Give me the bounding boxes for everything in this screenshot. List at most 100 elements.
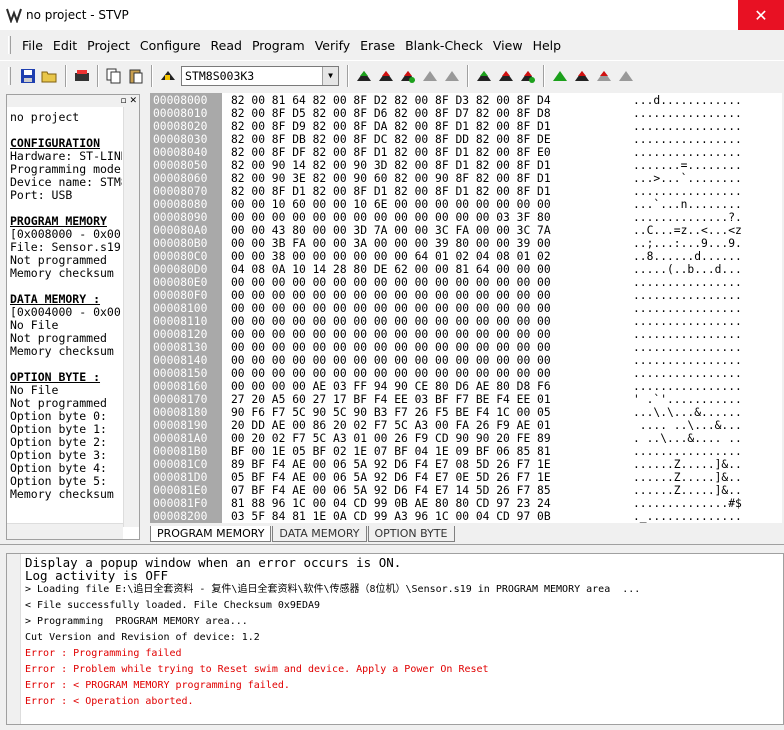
hex-row[interactable]: 000081B0 BF 00 1E 05 BF 02 1E 07 BF 04 1E… <box>150 445 782 458</box>
hex-bytes[interactable]: 00 00 3B FA 00 00 3A 00 00 00 39 80 00 0… <box>231 237 551 250</box>
hex-row[interactable]: 00008110 00 00 00 00 00 00 00 00 00 00 00… <box>150 315 782 328</box>
hex-bytes[interactable]: 90 F6 F7 5C 90 5C 90 B3 F7 26 F5 BE F4 1… <box>231 406 551 419</box>
hex-bytes[interactable]: 00 00 00 00 00 00 00 00 00 00 00 00 00 0… <box>231 328 551 341</box>
device-select[interactable]: STM8S003K3 ▼ <box>181 65 339 86</box>
verify-all-tabs-icon[interactable] <box>517 65 539 87</box>
hex-row[interactable]: 00008140 00 00 00 00 00 00 00 00 00 00 00… <box>150 354 782 367</box>
chevron-down-icon[interactable]: ▼ <box>322 66 338 85</box>
print-device-icon[interactable] <box>71 65 93 87</box>
hex-row[interactable]: 00008060 82 00 90 3E 82 00 90 60 82 00 90… <box>150 172 782 185</box>
hex-bytes[interactable]: 03 5F 84 81 1E 0A CD 99 A3 96 1C 00 04 C… <box>231 510 551 523</box>
hex-row[interactable]: 00008020 82 00 8F D9 82 00 8F DA 82 00 8F… <box>150 120 782 133</box>
program-current-tab-icon[interactable] <box>375 65 397 87</box>
hex-bytes[interactable]: 82 00 8F D5 82 00 8F D6 82 00 8F D7 82 0… <box>231 107 551 120</box>
tab-program-memory[interactable]: PROGRAM MEMORY <box>150 526 272 542</box>
menu-project[interactable]: Project <box>82 38 135 53</box>
verify-option-icon[interactable] <box>593 65 615 87</box>
hex-row[interactable]: 00008190 20 DD AE 00 86 20 02 F7 5C A3 00… <box>150 419 782 432</box>
hex-row[interactable]: 00008200 03 5F 84 81 1E 0A CD 99 A3 96 1C… <box>150 510 782 523</box>
hex-row[interactable]: 000080C0 00 00 38 00 00 00 00 00 00 64 01… <box>150 250 782 263</box>
dock-icon[interactable]: ▫ <box>120 96 126 106</box>
hex-bytes[interactable]: 00 00 00 00 00 00 00 00 00 00 00 00 00 0… <box>231 211 551 224</box>
verify-current-tab-icon[interactable] <box>397 65 419 87</box>
hex-bytes[interactable]: 04 08 0A 10 14 28 80 DE 62 00 00 81 64 0… <box>231 263 551 276</box>
hex-bytes[interactable]: 27 20 A5 60 27 17 BF F4 EE 03 BF F7 BE F… <box>231 393 551 406</box>
hex-bytes[interactable]: 00 00 00 00 00 00 00 00 00 00 00 00 00 0… <box>231 315 551 328</box>
menu-edit[interactable]: Edit <box>48 38 82 53</box>
hex-bytes[interactable]: 07 BF F4 AE 00 06 5A 92 D6 F4 E7 14 5D 2… <box>231 484 551 497</box>
menu-configure[interactable]: Configure <box>135 38 206 53</box>
hex-row[interactable]: 000081C0 89 BF F4 AE 00 06 5A 92 D6 F4 E7… <box>150 458 782 471</box>
hex-row[interactable]: 000080D0 04 08 0A 10 14 28 80 DE 62 00 00… <box>150 263 782 276</box>
menu-verify[interactable]: Verify <box>310 38 355 53</box>
hex-bytes[interactable]: 20 DD AE 00 86 20 02 F7 5C A3 00 FA 26 F… <box>231 419 551 432</box>
hex-bytes[interactable]: 00 00 10 60 00 00 10 6E 00 00 00 00 00 0… <box>231 198 551 211</box>
hex-bytes[interactable]: 00 00 00 00 00 00 00 00 00 00 00 00 00 0… <box>231 302 551 315</box>
copy-icon[interactable] <box>103 65 125 87</box>
read-current-tab-icon[interactable] <box>353 65 375 87</box>
panel-close-icon[interactable]: ✕ <box>129 96 137 106</box>
hex-bytes[interactable]: 00 20 02 F7 5C A3 01 00 26 F9 CD 90 90 2… <box>231 432 551 445</box>
hex-bytes[interactable]: 82 00 81 64 82 00 8F D2 82 00 8F D3 82 0… <box>231 94 551 107</box>
hex-row[interactable]: 00008070 82 00 8F D1 82 00 8F D1 82 00 8F… <box>150 185 782 198</box>
hex-bytes[interactable]: 00 00 00 00 00 00 00 00 00 00 00 00 00 0… <box>231 276 551 289</box>
menu-view[interactable]: View <box>488 38 528 53</box>
hex-row[interactable]: 00008150 00 00 00 00 00 00 00 00 00 00 00… <box>150 367 782 380</box>
hex-row[interactable]: 000080E0 00 00 00 00 00 00 00 00 00 00 00… <box>150 276 782 289</box>
hex-row[interactable]: 00008170 27 20 A5 60 27 17 BF F4 EE 03 BF… <box>150 393 782 406</box>
read-all-tabs-icon[interactable] <box>473 65 495 87</box>
program-all-tabs-icon[interactable] <box>495 65 517 87</box>
paste-icon[interactable] <box>125 65 147 87</box>
hex-row[interactable]: 00008090 00 00 00 00 00 00 00 00 00 00 00… <box>150 211 782 224</box>
hex-row[interactable]: 000081E0 07 BF F4 AE 00 06 5A 92 D6 F4 E7… <box>150 484 782 497</box>
hex-bytes[interactable]: 81 88 96 1C 00 04 CD 99 0B AE 80 80 CD 9… <box>231 497 551 510</box>
hex-bytes[interactable]: 89 BF F4 AE 00 06 5A 92 D6 F4 E7 08 5D 2… <box>231 458 551 471</box>
save-icon[interactable] <box>17 65 39 87</box>
hex-row[interactable]: 00008010 82 00 8F D5 82 00 8F D6 82 00 8F… <box>150 107 782 120</box>
hex-row[interactable]: 00008030 82 00 8F DB 82 00 8F DC 82 00 8F… <box>150 133 782 146</box>
tab-data-memory[interactable]: DATA MEMORY <box>272 526 367 542</box>
hex-bytes[interactable]: 00 00 00 00 00 00 00 00 00 00 00 00 00 0… <box>231 289 551 302</box>
hex-row[interactable]: 00008100 00 00 00 00 00 00 00 00 00 00 00… <box>150 302 782 315</box>
hex-bytes[interactable]: 05 BF F4 AE 00 06 5A 92 D6 F4 E7 0E 5D 2… <box>231 471 551 484</box>
pane-splitter[interactable] <box>0 544 784 550</box>
hex-row[interactable]: 000081D0 05 BF F4 AE 00 06 5A 92 D6 F4 E7… <box>150 471 782 484</box>
menu-blank-check[interactable]: Blank-Check <box>400 38 488 53</box>
menu-file[interactable]: File <box>17 38 48 53</box>
hex-bytes[interactable]: 00 00 38 00 00 00 00 00 00 64 01 02 04 0… <box>231 250 551 263</box>
hex-bytes[interactable]: 00 00 00 00 AE 03 FF 94 90 CE 80 D6 AE 8… <box>231 380 551 393</box>
hex-bytes[interactable]: 00 00 00 00 00 00 00 00 00 00 00 00 00 0… <box>231 354 551 367</box>
hex-row[interactable]: 000081A0 00 20 02 F7 5C A3 01 00 26 F9 CD… <box>150 432 782 445</box>
close-button[interactable]: ✕ <box>738 0 784 30</box>
hex-bytes[interactable]: 82 00 8F DF 82 00 8F D1 82 00 8F D1 82 0… <box>231 146 551 159</box>
menu-program[interactable]: Program <box>247 38 310 53</box>
hex-row[interactable]: 000081F0 81 88 96 1C 00 04 CD 99 0B AE 80… <box>150 497 782 510</box>
hex-row[interactable]: 00008180 90 F6 F7 5C 90 5C 90 B3 F7 26 F5… <box>150 406 782 419</box>
program-option-icon[interactable] <box>571 65 593 87</box>
menu-read[interactable]: Read <box>206 38 247 53</box>
hex-row[interactable]: 000080F0 00 00 00 00 00 00 00 00 00 00 00… <box>150 289 782 302</box>
hex-row[interactable]: 00008050 82 00 90 14 82 00 90 3D 82 00 8F… <box>150 159 782 172</box>
menu-help[interactable]: Help <box>528 38 567 53</box>
hex-row[interactable]: 00008000 82 00 81 64 82 00 8F D2 82 00 8F… <box>150 94 782 107</box>
memory-hex-view[interactable]: 00008000 82 00 81 64 82 00 8F D2 82 00 8F… <box>150 93 782 523</box>
log-vertical-scrollbar[interactable] <box>7 554 21 724</box>
hex-row[interactable]: 00008040 82 00 8F DF 82 00 8F D1 82 00 8F… <box>150 146 782 159</box>
hex-row[interactable]: 000080A0 00 00 43 80 00 00 3D 7A 00 00 3C… <box>150 224 782 237</box>
tab-option-byte[interactable]: OPTION BYTE <box>367 526 455 542</box>
hex-bytes[interactable]: 00 00 00 00 00 00 00 00 00 00 00 00 00 0… <box>231 341 551 354</box>
vertical-scrollbar[interactable] <box>123 107 139 527</box>
read-option-icon[interactable] <box>549 65 571 87</box>
open-folder-icon[interactable] <box>39 65 61 87</box>
hex-bytes[interactable]: 82 00 90 3E 82 00 90 60 82 00 90 8F 82 0… <box>231 172 551 185</box>
hex-row[interactable]: 000080B0 00 00 3B FA 00 00 3A 00 00 00 39… <box>150 237 782 250</box>
hex-bytes[interactable]: 82 00 8F DB 82 00 8F DC 82 00 8F DD 82 0… <box>231 133 551 146</box>
hex-row[interactable]: 00008160 00 00 00 00 AE 03 FF 94 90 CE 80… <box>150 380 782 393</box>
horizontal-scrollbar[interactable] <box>7 523 123 539</box>
hex-bytes[interactable]: BF 00 1E 05 BF 02 1E 07 BF 04 1E 09 BF 0… <box>231 445 551 458</box>
hex-row[interactable]: 00008120 00 00 00 00 00 00 00 00 00 00 00… <box>150 328 782 341</box>
hex-bytes[interactable]: 82 00 8F D9 82 00 8F DA 82 00 8F D1 82 0… <box>231 120 551 133</box>
hex-bytes[interactable]: 00 00 00 00 00 00 00 00 00 00 00 00 00 0… <box>231 367 551 380</box>
hex-row[interactable]: 00008130 00 00 00 00 00 00 00 00 00 00 00… <box>150 341 782 354</box>
menu-erase[interactable]: Erase <box>355 38 400 53</box>
